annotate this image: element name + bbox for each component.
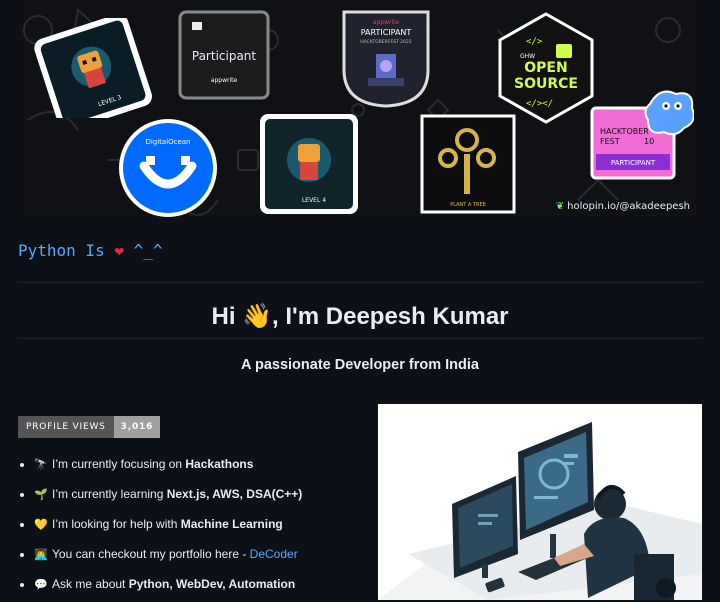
profile-views-badge[interactable]: PROFILE VIEWS 3,016 [18,416,161,438]
fact-bold: Python, WebDev, Automation [128,577,296,591]
badge-hacktober-num: 10 [644,137,654,146]
badge-plant-tree-label: PLANT A TREE [450,202,486,208]
python-prefix: Python Is [18,241,115,260]
badge-digitalocean[interactable]: DigitalOcean [116,116,220,220]
badge-source: SOURCE [514,76,578,92]
badge-participant-brand: appwrite [211,77,238,84]
list-item-help: 💛 I’m looking for help with Machine Learn… [34,512,374,542]
python-suffix: ^_^ [123,241,163,260]
badge-ghw-open-source[interactable]: </> GHW OPEN SOURCE </></ [496,12,596,129]
fact-text: Ask me about [52,577,129,591]
holopin-banner[interactable]: LEVEL 3 Participant appwrite appwrite PA… [18,0,702,220]
speech-bubble-icon: 💬 [34,579,48,591]
list-item-portfolio: 👨‍💻You can checkout my portfolio here - … [34,542,374,572]
badge-open: OPEN [524,60,567,76]
badge-hacktober-line1: HACKTOBER [600,127,649,136]
fact-bold: Hackathons [185,457,254,471]
badge-level-4-label: LEVEL 4 [302,197,326,204]
fact-text: I’m looking for help with [52,517,181,531]
badge-participant-title: Participant [192,49,257,63]
badge-participant-appwrite[interactable]: Participant appwrite [178,10,270,105]
fact-text: I’m currently focusing on [52,457,186,471]
badge-hacktoberfest-10[interactable]: HACKTOBER FEST 10 PARTICIPANT [590,86,695,187]
holopin-icon: ❦ [555,201,565,212]
badge-level-3[interactable]: LEVEL 3 [32,14,158,131]
fact-text: You can checkout my portfolio here - [52,547,250,561]
profile-views-count: 3,016 [113,416,161,438]
page-subtitle: A passionate Developer from India [241,357,479,373]
list-item-learning: 🌱 I’m currently learning Next.js, AWS, DS… [34,482,374,512]
svg-text:</></: </></ [526,99,553,109]
section-divider [18,282,702,283]
badge-appwrite-hacktoberfest[interactable]: appwrite PARTICIPANT HACKTOBERFEST 2022 [338,6,434,113]
badge-digitalocean-label: DigitalOcean [145,138,190,146]
badge-appwrite-small: appwrite [373,19,400,26]
developer-icon: 👨‍💻 [34,549,48,561]
badge-hacktober-line2: FEST [600,137,620,146]
title-underline [18,338,702,339]
fact-bold: Next.js, AWS, DSA(C++) [166,487,303,501]
fact-text: I’m currently learning [52,487,167,501]
seedling-icon: 🌱 [34,489,48,501]
python-tagline: Python Is ❤ ^_^ [18,241,163,260]
svg-text:</>: </> [526,37,543,47]
badge-ghw: GHW [520,53,535,60]
developer-illustration [378,404,702,600]
about-list: 🔭 I’m currently focusing on Hackathons 🌱 I… [16,452,374,602]
heart-icon: ❤ [114,241,124,260]
badge-appwrite-fest: HACKTOBERFEST 2022 [360,39,412,45]
list-item-focus: 🔭 I’m currently focusing on Hackathons [34,452,374,482]
telescope-icon: 🔭 [34,459,48,471]
fact-bold: Machine Learning [180,517,283,531]
page-title: Hi 👋, I'm Deepesh Kumar [211,303,509,330]
badge-level-4[interactable]: LEVEL 4 [258,112,360,220]
badge-appwrite-participant: PARTICIPANT [361,28,412,37]
portfolio-link[interactable]: DeCoder [250,547,298,561]
list-item-ask: 💬 Ask me about Python, WebDev, Automation [34,572,374,602]
heart-yellow-icon: 💛 [34,519,48,531]
badge-plant-a-tree[interactable]: PLANT A TREE [420,114,516,219]
badge-hacktober-participant: PARTICIPANT [611,159,656,167]
holopin-link[interactable]: ❦ holopin.io/@akadeepesh [556,201,690,212]
holopin-link-text: holopin.io/@akadeepesh [567,201,690,212]
profile-views-label: PROFILE VIEWS [18,416,114,438]
